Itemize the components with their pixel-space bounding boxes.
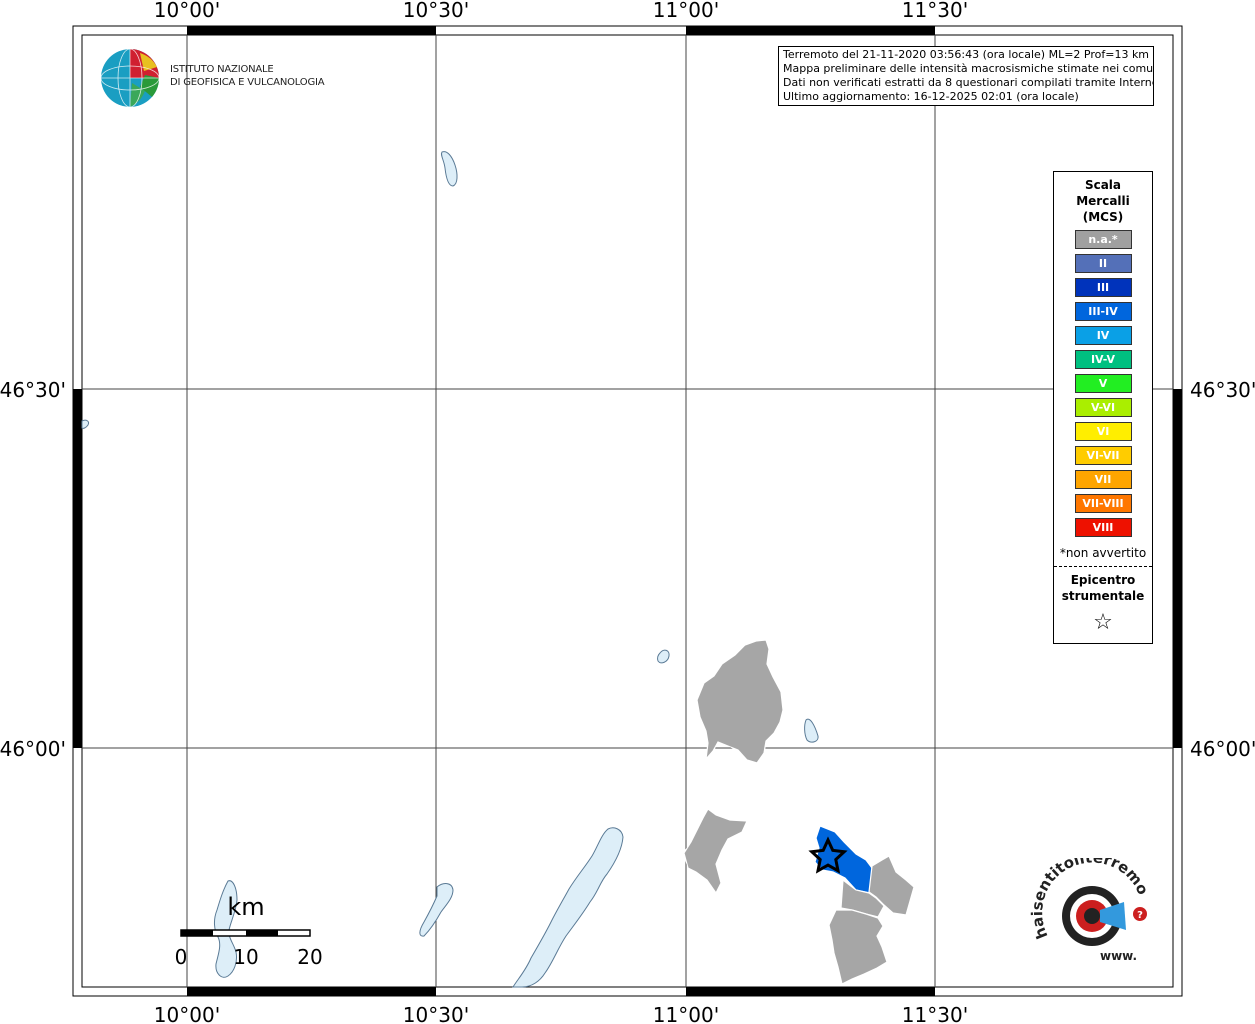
svg-text:?: ? bbox=[1137, 910, 1143, 921]
info-line-last-update: Ultimo aggiornamento: 16-12-2025 02:01 (… bbox=[783, 90, 1079, 103]
mcs-legend: Scala Mercalli (MCS) n.a.* II III III-IV IV I… bbox=[1053, 171, 1153, 644]
longitude-labels-top: 10°00' 10°30' 11°00' 11°30' bbox=[154, 0, 968, 22]
epicenter-star-icon: ☆ bbox=[1093, 610, 1113, 635]
legend-swatch: VII bbox=[1074, 470, 1132, 489]
legend-swatch: IV-V bbox=[1074, 350, 1132, 369]
legend-epicenter-label: Epicentro strumentale bbox=[1054, 572, 1152, 604]
legend-swatch: n.a.* bbox=[1074, 230, 1132, 249]
legend-epicenter-line2: strumentale bbox=[1061, 589, 1145, 603]
hsit-logo: haisentitoilterremoto.it ? www. bbox=[1030, 858, 1152, 963]
info-line-data-source: Dati non verificati estratti da 8 questi… bbox=[783, 76, 1154, 89]
earthquake-info-box: Terremoto del 21-11-2020 03:56:43 (ora l… bbox=[778, 46, 1154, 106]
lon-label-top: 10°00' bbox=[154, 0, 220, 22]
lat-label-right: 46°00' bbox=[1190, 737, 1255, 761]
info-line-event: Terremoto del 21-11-2020 03:56:43 (ora l… bbox=[783, 48, 1150, 61]
hsit-www-text: www. bbox=[1100, 949, 1137, 963]
lat-label-right: 46°30' bbox=[1190, 378, 1255, 402]
legend-swatch: V-VI bbox=[1074, 398, 1132, 417]
legend-separator bbox=[1054, 566, 1152, 567]
scale-label-20: 20 bbox=[297, 945, 322, 969]
legend-swatch: V bbox=[1074, 374, 1132, 393]
lon-label-bottom: 11°30' bbox=[902, 1003, 968, 1024]
legend-swatch: VII-VIII bbox=[1074, 494, 1132, 513]
legend-swatch: VIII bbox=[1074, 518, 1132, 537]
legend-note: *non avvertito bbox=[1059, 546, 1147, 560]
ingv-name-line1: Istituto Nazionale bbox=[170, 64, 274, 75]
legend-swatch: VI-VII bbox=[1074, 446, 1132, 465]
legend-title-line3: (MCS) bbox=[1082, 210, 1124, 224]
legend-swatch: II bbox=[1074, 254, 1132, 273]
legend-epicenter-line1: Epicentro bbox=[1070, 573, 1136, 587]
legend-swatch: IV bbox=[1074, 326, 1132, 345]
legend-swatch: VI bbox=[1074, 422, 1132, 441]
legend-title-line1: Scala bbox=[1084, 178, 1122, 192]
legend-swatch: III-IV bbox=[1074, 302, 1132, 321]
legend-title-line2: Mercalli bbox=[1076, 194, 1130, 208]
ingv-globe-icon bbox=[100, 48, 160, 108]
ingv-logo: Istituto Nazionale di Geofisica e Vulcan… bbox=[100, 47, 325, 109]
scale-label-0: 0 bbox=[175, 945, 188, 969]
lon-label-bottom: 11°00' bbox=[653, 1003, 719, 1024]
legend-swatches: n.a.* II III III-IV IV IV-V V V-VI VI VI-VII VII VI… bbox=[1054, 230, 1152, 537]
legend-title: Scala Mercalli (MCS) bbox=[1054, 177, 1152, 225]
info-line-description: Mappa preliminare delle intensità macros… bbox=[783, 62, 1154, 75]
scale-label-10: 10 bbox=[233, 945, 258, 969]
lon-label-bottom: 10°30' bbox=[403, 1003, 469, 1024]
lon-label-top: 11°30' bbox=[902, 0, 968, 22]
legend-swatch: III bbox=[1074, 278, 1132, 297]
lat-label-left: 46°00' bbox=[0, 737, 66, 761]
longitude-labels-bottom: 10°00' 10°30' 11°00' 11°30' bbox=[154, 1003, 968, 1024]
lon-label-top: 11°00' bbox=[653, 0, 719, 22]
ingv-name-line2: di Geofisica e Vulcanologia bbox=[170, 77, 325, 88]
lat-label-left: 46°30' bbox=[0, 378, 66, 402]
map-area bbox=[81, 34, 1174, 988]
scale-unit-label: km bbox=[227, 893, 264, 921]
ingv-name: Istituto Nazionale di Geofisica e Vulcan… bbox=[170, 63, 325, 89]
lon-label-bottom: 10°00' bbox=[154, 1003, 220, 1024]
lon-label-top: 10°30' bbox=[403, 0, 469, 22]
